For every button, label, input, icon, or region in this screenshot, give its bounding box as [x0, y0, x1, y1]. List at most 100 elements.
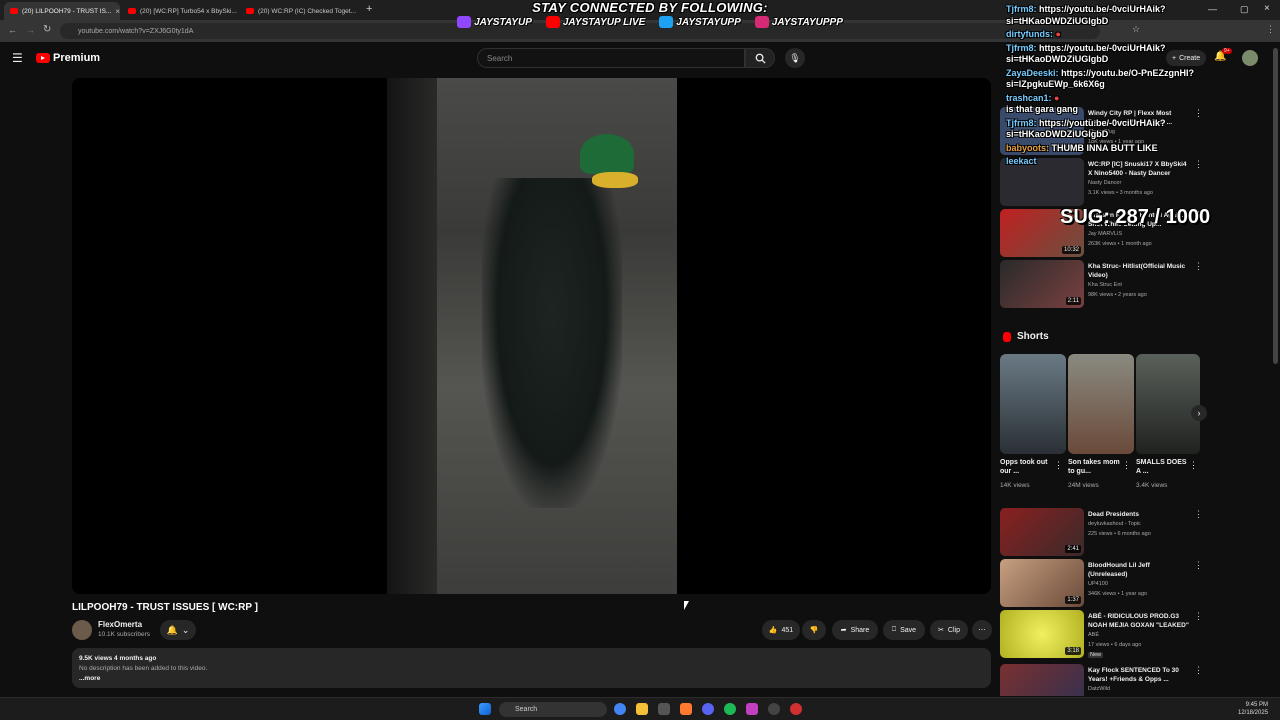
video-frame — [387, 78, 677, 594]
save-label: Save — [900, 626, 917, 634]
chat-user: trashcan1: — [1006, 92, 1052, 103]
chat-user: Tjfrm8: — [1006, 117, 1037, 128]
bookmark-icon: ⎕ — [891, 626, 897, 633]
close-icon[interactable]: × — [115, 7, 120, 16]
reload-icon[interactable]: ↻ — [43, 24, 51, 35]
short-thumbnail[interactable] — [1000, 354, 1066, 454]
show-more-link[interactable]: ...more — [79, 674, 984, 684]
forward-icon[interactable]: → — [26, 25, 35, 35]
new-tab-button[interactable]: + — [366, 3, 372, 15]
video-meta: 225 views • 6 months ago — [1088, 531, 1151, 537]
window-close-icon[interactable]: × — [1264, 3, 1270, 14]
youtube-premium-logo[interactable]: Premium — [36, 52, 100, 64]
recommended-video[interactable]: 1:37 BloodHound Lil Jeff (Unreleased) UP… — [1000, 559, 1203, 607]
video-wall-shadow — [387, 78, 437, 594]
clip-button[interactable]: ✂ Clip — [930, 620, 968, 640]
stream-chat-overlay: Tjfrm8: https://youtu.be/-0vciUrHAik?si=… — [1006, 4, 1206, 168]
app-icon[interactable] — [680, 703, 692, 715]
recommended-video[interactable]: 3:18 ABÉ - RIDICULOUS PROD.G3 NOAH MEJIA… — [1000, 610, 1203, 658]
more-vertical-icon[interactable]: ⋮ — [1194, 262, 1203, 271]
social-handle: JAYSTAYUP LIVE — [562, 16, 646, 28]
account-avatar[interactable] — [1242, 50, 1258, 66]
clock-time: 9:45 PM — [1245, 702, 1269, 708]
spotify-icon[interactable] — [724, 703, 736, 715]
more-vertical-icon[interactable]: ⋮ — [1189, 460, 1198, 471]
search-input[interactable]: Search — [477, 48, 745, 68]
taskbar-clock[interactable]: 9:45 PM 12/18/2025 — [1238, 701, 1268, 717]
video-meta: 263K views • 1 month ago — [1088, 241, 1152, 247]
tab-turbo54[interactable]: (20) [WC:RP] Turbo54 x BbySki... × — [122, 2, 240, 20]
recommended-video[interactable]: 2:41 Dead Presidents deyluvkashout - Top… — [1000, 508, 1203, 556]
video-player[interactable] — [72, 78, 991, 594]
twitter-icon — [659, 16, 674, 28]
short-title[interactable]: Son takes mom to gu... — [1068, 458, 1124, 476]
chevron-right-icon: › — [1197, 408, 1201, 418]
stream-follow-banner: STAY CONNECTED BY FOLLOWING: JAYSTAYUP J… — [440, 0, 860, 28]
voice-search-button[interactable]: 🎙 — [785, 48, 805, 68]
instagram-icon — [754, 16, 769, 28]
more-vertical-icon[interactable]: ⋮ — [1194, 666, 1200, 675]
tab-label: (20) WC:RP (IC) Checked Toget... — [258, 7, 357, 15]
chat-user: dirtyfunds: — [1006, 29, 1053, 39]
share-button[interactable]: ➦ Share — [832, 620, 878, 640]
channel-avatar[interactable] — [72, 620, 92, 640]
app-icon[interactable] — [768, 703, 780, 715]
more-vertical-icon[interactable]: ⋮ — [1122, 460, 1131, 471]
brand-label: Premium — [53, 52, 101, 64]
more-vertical-icon[interactable]: ⋮ — [1194, 612, 1203, 621]
hamburger-menu-icon[interactable]: ☰ — [12, 51, 23, 65]
back-icon[interactable]: ← — [8, 25, 17, 35]
more-vertical-icon[interactable]: ⋮ — [1054, 460, 1063, 471]
more-vertical-icon[interactable]: ⋮ — [1194, 510, 1203, 519]
video-title: Dead Presidents — [1088, 511, 1139, 518]
taskbar-search[interactable]: Search — [499, 702, 607, 717]
short-title[interactable]: Opps took out our ... — [1000, 458, 1056, 476]
video-thumbnail — [1000, 664, 1084, 696]
dislike-button[interactable]: 👎 — [802, 620, 826, 640]
page-scrollbar[interactable] — [1273, 48, 1278, 364]
duration-badge: 2:11 — [1065, 297, 1081, 305]
tab-label: (20) [WC:RP] Turbo54 x BbySki... — [140, 7, 237, 15]
file-explorer-icon[interactable] — [636, 703, 648, 715]
browser-menu-icon[interactable]: ⋮ — [1266, 24, 1275, 35]
video-meta: 346K views • 1 year ago — [1088, 591, 1148, 597]
channel-name[interactable]: FlexOmerta — [98, 620, 142, 629]
new-badge: New — [1088, 652, 1104, 658]
youtube-favicon-icon — [246, 8, 254, 14]
share-arrow-icon: ➦ — [840, 627, 847, 634]
recommended-video[interactable]: Kay Flock SENTENCED To 30 Years! +Friend… — [1000, 664, 1200, 696]
scissors-icon: ✂ — [938, 627, 944, 634]
description-box[interactable]: 9.5K views 4 months ago No description h… — [72, 648, 991, 688]
taskbar-search-label: Search — [515, 706, 538, 713]
video-title: Kay Flock SENTENCED To 30 Years! +Friend… — [1088, 667, 1179, 683]
mouse-cursor-icon — [684, 601, 689, 610]
more-actions-button[interactable]: ⋯ — [972, 620, 992, 640]
like-button[interactable]: 👍 451 — [762, 620, 800, 640]
app-icon[interactable] — [790, 703, 802, 715]
search-button[interactable] — [745, 48, 775, 68]
chat-message: is that gara gang — [1006, 104, 1206, 116]
discord-icon[interactable] — [702, 703, 714, 715]
video-cap-brim — [592, 172, 638, 188]
chat-user: babyoots: — [1006, 142, 1050, 153]
more-vertical-icon[interactable]: ⋮ — [1194, 561, 1203, 570]
chrome-icon[interactable] — [614, 703, 626, 715]
minimize-icon[interactable]: — — [1208, 4, 1217, 14]
shorts-next-button[interactable]: › — [1191, 405, 1207, 421]
subscription-bell-button[interactable]: 🔔 ⌄ — [160, 620, 196, 640]
short-title[interactable]: SMALLS DOES A ... — [1136, 458, 1192, 476]
short-views: 14K views — [1000, 482, 1030, 489]
tab-lilpooh79[interactable]: (20) LILPOOH79 - TRUST IS... × — [4, 2, 120, 20]
short-thumbnail[interactable] — [1068, 354, 1134, 454]
app-icon[interactable] — [658, 703, 670, 715]
recommended-video[interactable]: 2:11 Kha Struc- Hitlist(Official Music V… — [1000, 260, 1203, 308]
more-horizontal-icon: ⋯ — [978, 627, 986, 634]
short-thumbnail[interactable] — [1136, 354, 1200, 454]
tab-wcrp-checked[interactable]: (20) WC:RP (IC) Checked Toget... × — [240, 2, 358, 20]
app-icon[interactable] — [746, 703, 758, 715]
windows-start-icon[interactable] — [479, 703, 491, 715]
save-button[interactable]: ⎕ Save — [883, 620, 925, 640]
chat-message: dirtyfunds: ● — [1006, 29, 1206, 41]
channel-name: deyluvkashout - Topic — [1088, 521, 1141, 527]
maximize-icon[interactable]: ▢ — [1240, 4, 1249, 15]
